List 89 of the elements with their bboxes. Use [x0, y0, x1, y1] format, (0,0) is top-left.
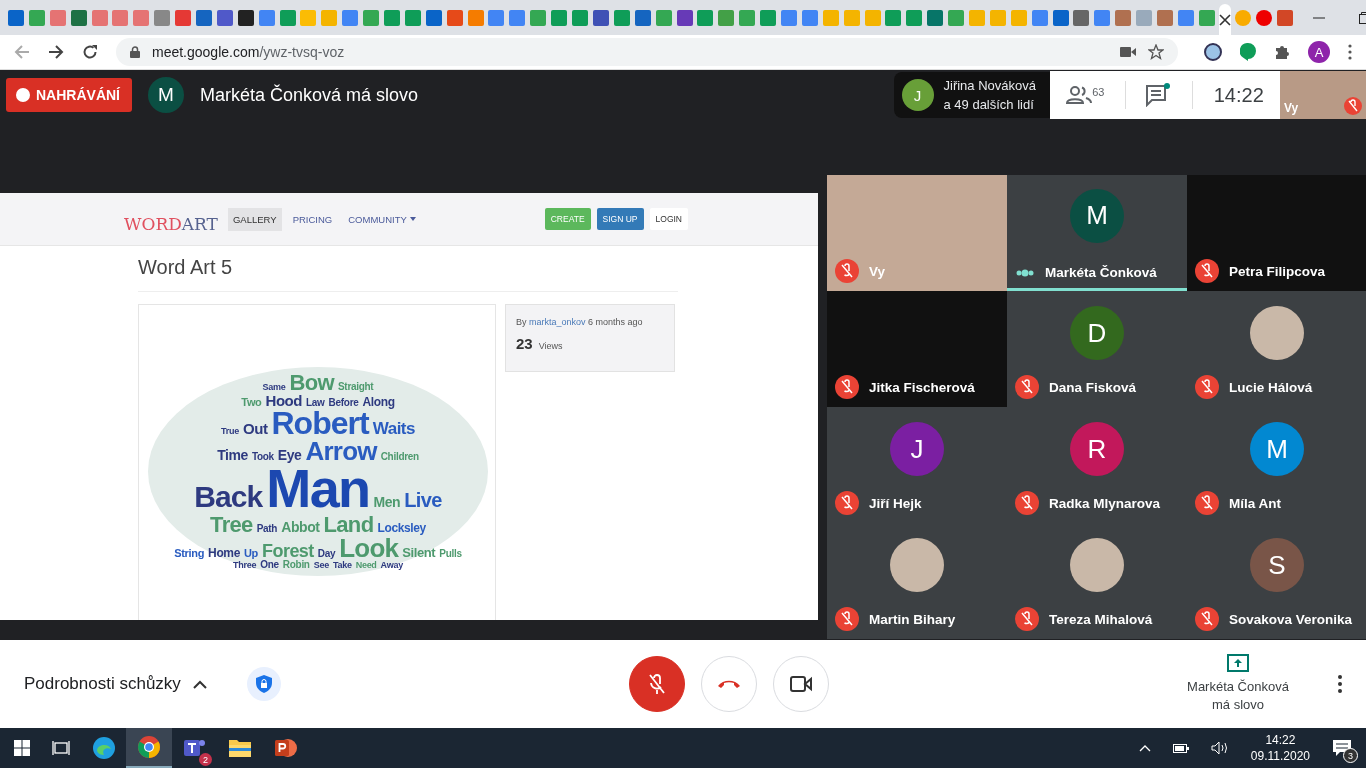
participant-avatar: J — [901, 79, 934, 111]
word-cloud-word: Law — [306, 397, 325, 408]
word-cloud-word: String — [174, 547, 205, 558]
word-cloud-word: True — [221, 427, 239, 436]
participant-name: Lucie Hálová — [1229, 379, 1313, 395]
participant-avatar: S — [1250, 538, 1304, 592]
word-cloud-word: Path — [256, 523, 278, 534]
participant-name: Míla Ant — [1229, 495, 1281, 511]
participant-name: Markéta Čonková — [1045, 265, 1157, 280]
word-cloud-word: Eye — [277, 448, 302, 462]
participant-avatar: M — [1070, 188, 1124, 243]
word-cloud-word: Arrow — [305, 438, 377, 464]
notification-badge: 3 — [1343, 748, 1358, 763]
participant-name: Jitka Fischerová — [869, 379, 975, 395]
word-cloud-word: Forest — [262, 542, 314, 560]
participant-avatar: D — [1070, 306, 1124, 360]
word-cloud-word: Straight — [338, 382, 374, 392]
word-cloud-word: Home — [208, 547, 240, 559]
meeting-time: 14:22 — [1213, 83, 1264, 107]
notification-badge: 2 — [199, 753, 212, 766]
presenting-label: Markéta Čonková má slovo — [1186, 678, 1290, 714]
word-cloud-word: Live — [404, 491, 442, 511]
word-cloud-word: Took — [251, 451, 274, 462]
word-cloud-word: Look — [339, 535, 399, 561]
participant-avatar: J — [890, 422, 944, 476]
author-link[interactable]: markta_onkov — [529, 317, 586, 327]
word-cloud-word: Pulls — [439, 548, 462, 559]
speaker-avatar: M — [148, 77, 184, 113]
speaker-title: Markéta Čonková má slovo — [200, 84, 419, 106]
login-button[interactable]: LOGIN — [649, 208, 688, 230]
address-bar[interactable]: meet.google.com/ywz-tvsq-voz — [116, 38, 1178, 66]
word-cloud-word: Three — [233, 561, 257, 570]
word-cloud-word: Men — [373, 496, 401, 510]
signup-button[interactable]: SIGN UP — [596, 208, 644, 230]
word-cloud-word: Need — [355, 561, 377, 570]
word-cloud-word: Waits — [372, 421, 415, 438]
views-count: 23 — [516, 335, 533, 352]
more-participants-text: a 49 dalších lidí — [943, 96, 1035, 114]
participant-name: Radka Mlynarova — [1049, 495, 1161, 511]
people-button[interactable]: 63 — [1066, 86, 1105, 104]
word-cloud-word: Locksley — [377, 522, 426, 535]
word-cloud-word: Tree — [210, 514, 253, 536]
participant-name: Dana Fisková — [1049, 379, 1137, 395]
participant-name: Vy — [869, 263, 885, 279]
word-cloud-word: Up — [244, 547, 258, 558]
word-cloud-word: One — [260, 560, 279, 570]
page-title: Word Art 5 — [138, 256, 234, 279]
profile-avatar[interactable]: A — [1308, 41, 1330, 63]
word-cloud-word: Before — [328, 397, 359, 408]
author-line: By markta_onkov 6 months ago — [516, 317, 644, 327]
word-cloud-word: Two — [241, 396, 262, 408]
word-cloud-word: Land — [323, 514, 374, 536]
word-cloud-word: Same — [262, 383, 286, 392]
word-cloud-word: Robin — [282, 560, 310, 570]
meeting-details-button[interactable]: Podrobnosti schůzky — [24, 674, 207, 694]
word-cloud-word: Robert — [271, 408, 369, 439]
word-art-logo[interactable]: WORDART — [124, 204, 218, 234]
participant-name: Petra Filipcova — [1229, 263, 1326, 279]
participant-avatar: M — [1250, 422, 1304, 476]
word-cloud-word: Out — [242, 422, 268, 437]
system-clock[interactable]: 14:22 09.11.2020 — [1250, 732, 1310, 764]
recording-badge: NAHRÁVÁNÍ — [6, 78, 132, 112]
participant-name: Martin Bihary — [869, 611, 956, 627]
participant-name: Jiřina Nováková — [943, 77, 1036, 95]
word-cloud-word: Away — [380, 561, 403, 570]
nav-link[interactable]: GALLERY — [227, 207, 282, 231]
word-cloud-word: Children — [380, 451, 419, 462]
participant-name: Sovakova Veronika — [1229, 611, 1353, 627]
nav-link[interactable]: PRICING — [287, 207, 338, 231]
word-cloud-word: Hood — [265, 393, 303, 409]
word-cloud-word: Back — [194, 483, 263, 512]
word-cloud-word: Silent — [402, 546, 436, 559]
clock-date: 09.11.2020 — [1250, 748, 1310, 764]
word-cloud-word: Time — [217, 448, 248, 462]
word-cloud-word: See — [313, 561, 329, 570]
word-cloud-word: Abbot — [281, 520, 320, 534]
word-cloud-word: Man — [266, 463, 370, 515]
nav-link[interactable]: COMMUNITY — [343, 207, 421, 231]
participant-name: Tereza Mihalová — [1049, 611, 1153, 627]
participant-name: Jiří Hejk — [869, 495, 922, 511]
views-label: Views — [538, 341, 563, 351]
participant-avatar: R — [1070, 422, 1124, 476]
word-cloud-word: Along — [362, 396, 395, 409]
word-cloud-word: Day — [317, 548, 336, 559]
self-view-label: Vy — [1284, 101, 1299, 115]
presentation-button[interactable]: Markéta Čonková má slovo — [1178, 654, 1298, 714]
word-cloud-word: Take — [332, 561, 352, 570]
clock-time: 14:22 — [1265, 732, 1296, 748]
word-cloud-word: Bow — [289, 373, 334, 394]
